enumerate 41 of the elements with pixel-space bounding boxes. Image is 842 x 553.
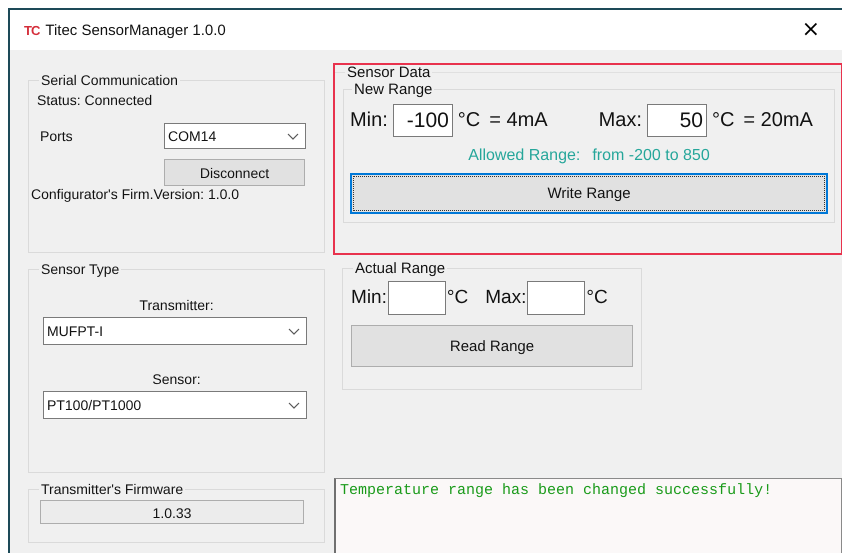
status-label: Status: Connected: [37, 92, 154, 108]
group-title: Transmitter's Firmware: [40, 481, 184, 497]
min-label: Min:: [351, 287, 387, 309]
transmitter-label: Transmitter:: [139, 297, 214, 313]
disconnect-button[interactable]: Disconnect: [164, 159, 305, 186]
max-input[interactable]: 50: [646, 104, 707, 137]
group-title: New Range: [353, 81, 434, 98]
chevron-down-icon: [287, 132, 299, 140]
app-logo: TC: [24, 22, 40, 38]
current-label: = 20mA: [743, 109, 813, 132]
port-dropdown[interactable]: COM14: [164, 123, 306, 149]
unit-label: °C: [458, 109, 480, 132]
min-input[interactable]: [388, 281, 446, 315]
close-button[interactable]: ×: [796, 19, 826, 41]
firmware-version-label: Configurator's Firm.Version: 1.0.0: [31, 186, 240, 202]
sensor-label: Sensor:: [152, 371, 201, 387]
transmitter-dropdown[interactable]: MUFPT-I: [43, 317, 307, 345]
allowed-range-value: from -200 to 850: [592, 147, 710, 165]
max-label: Max:: [598, 109, 642, 132]
unit-label: °C: [446, 287, 468, 309]
unit-label: °C: [712, 109, 734, 132]
unit-label: °C: [586, 287, 608, 309]
chevron-down-icon: [288, 328, 300, 334]
max-input[interactable]: [527, 281, 586, 315]
firmware-field: 1.0.33: [40, 500, 304, 524]
min-label: Min:: [350, 109, 388, 132]
group-title: Sensor Type: [40, 261, 120, 277]
max-label: Max:: [485, 287, 526, 309]
current-label: = 4mA: [489, 109, 548, 132]
window-title: Titec SensorManager 1.0.0: [45, 22, 226, 38]
group-title: Actual Range: [354, 260, 446, 277]
sensor-dropdown[interactable]: PT100/PT1000: [43, 391, 307, 419]
read-range-button[interactable]: Read Range: [351, 325, 633, 367]
group-title: Serial Communication: [40, 72, 179, 88]
log-message: Temperature range has been changed successfully!: [340, 482, 772, 499]
chevron-down-icon: [288, 402, 300, 408]
min-input[interactable]: -100: [392, 104, 453, 137]
group-title: Sensor Data: [346, 64, 432, 81]
allowed-range-label: Allowed Range:: [468, 147, 580, 165]
ports-label: Ports: [39, 128, 74, 144]
write-range-button[interactable]: Write Range: [350, 173, 828, 214]
